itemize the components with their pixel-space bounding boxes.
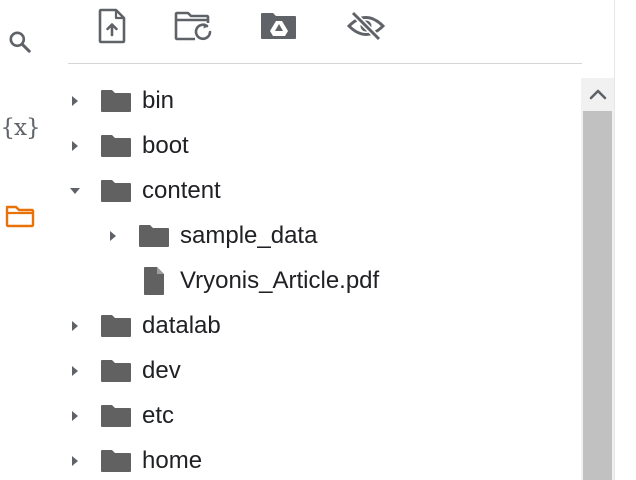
tree-item-bin[interactable]: bin xyxy=(58,78,580,123)
tree-item-label: home xyxy=(142,446,203,474)
expand-arrow-icon[interactable] xyxy=(58,123,92,168)
tree-item-label: content xyxy=(142,176,221,204)
folder-icon xyxy=(134,213,174,258)
upload-file-icon xyxy=(98,8,126,44)
variables-icon: {x} xyxy=(0,115,40,141)
expand-arrow-icon[interactable] xyxy=(58,438,92,480)
scrollbar[interactable] xyxy=(581,78,614,480)
tree-item-label: dev xyxy=(142,356,181,384)
expand-arrow-icon[interactable] xyxy=(58,303,92,348)
folder-icon xyxy=(96,393,136,438)
folder-icon xyxy=(96,123,136,168)
expand-arrow-icon[interactable] xyxy=(58,393,92,438)
scrollbar-thumb[interactable] xyxy=(583,111,612,480)
variables-button[interactable]: {x} xyxy=(0,108,40,148)
refresh-button[interactable] xyxy=(174,6,214,46)
hide-files-icon xyxy=(346,10,386,42)
tree-item-label: datalab xyxy=(142,311,221,339)
mount-drive-button[interactable] xyxy=(259,6,299,46)
mount-drive-icon xyxy=(261,13,296,39)
toolbar-divider xyxy=(68,63,582,64)
collapse-arrow-icon[interactable] xyxy=(58,168,92,213)
chevron-up-icon xyxy=(589,89,606,100)
refresh-folder-icon xyxy=(174,11,212,41)
expand-arrow-icon[interactable] xyxy=(58,78,92,123)
search-icon xyxy=(9,31,31,53)
tree-item-label: bin xyxy=(142,86,175,114)
folder-icon xyxy=(96,168,136,213)
folder-icon xyxy=(96,348,136,393)
panel-border xyxy=(614,0,615,480)
folder-icon xyxy=(5,205,35,228)
file-icon xyxy=(134,258,174,303)
tree-item-boot[interactable]: boot xyxy=(58,123,580,168)
tree-item-datalab[interactable]: datalab xyxy=(58,303,580,348)
tree-item-sample-data[interactable]: sample_data xyxy=(96,213,580,258)
search-button[interactable] xyxy=(0,22,40,62)
folder-icon xyxy=(96,78,136,123)
tree-item-home[interactable]: home xyxy=(58,438,580,480)
tree-item-dev[interactable]: dev xyxy=(58,348,580,393)
tree-item-label: etc xyxy=(142,401,175,429)
file-tree: bin boot content sample_data Vryonis_Art… xyxy=(58,78,580,480)
tree-item-content[interactable]: content xyxy=(58,168,580,213)
tree-item-label: boot xyxy=(142,131,189,159)
folder-icon xyxy=(96,438,136,480)
upload-button[interactable] xyxy=(92,6,132,46)
toggle-hidden-files-button[interactable] xyxy=(346,6,386,46)
tree-item-vryonis-article-pdf[interactable]: Vryonis_Article.pdf xyxy=(96,258,580,303)
folder-icon xyxy=(96,303,136,348)
side-rail: {x} xyxy=(0,0,44,480)
expand-arrow-icon[interactable] xyxy=(96,213,130,258)
scroll-up-button[interactable] xyxy=(581,78,614,110)
expand-arrow-icon[interactable] xyxy=(58,348,92,393)
file-browser-panel: {x} bin boot content sample_data Vryonis… xyxy=(0,0,636,480)
tree-item-etc[interactable]: etc xyxy=(58,393,580,438)
file-toolbar xyxy=(68,0,582,52)
tree-item-label: Vryonis_Article.pdf xyxy=(180,266,380,294)
files-button[interactable] xyxy=(0,196,40,236)
tree-item-label: sample_data xyxy=(180,221,318,249)
